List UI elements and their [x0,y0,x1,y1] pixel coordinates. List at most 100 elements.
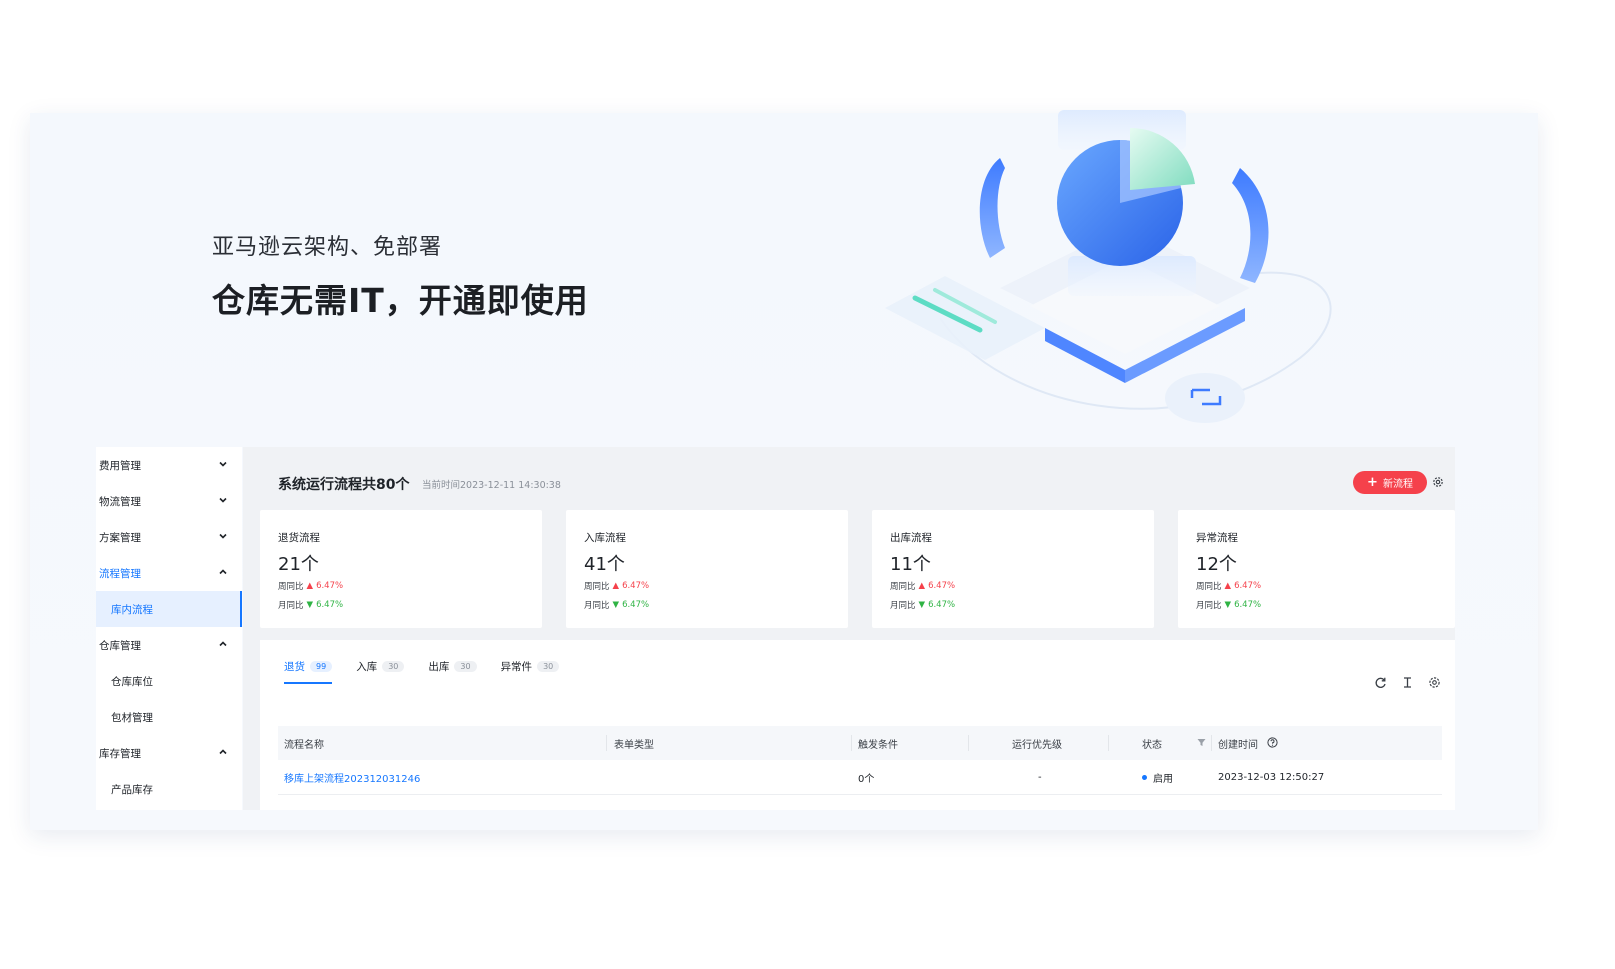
stat-week-value: 6.47% [1234,581,1262,591]
sidebar-item-warehouse[interactable]: 仓库管理 [96,627,242,663]
stat-month-value: 6.47% [928,600,956,610]
status-dot-icon [1142,774,1147,780]
arrow-down-icon: ▼ [612,600,620,610]
tab-label: 退货 [284,660,305,673]
stat-month-label: 月同比 [278,601,304,611]
stat-week: 周同比 ▲ 6.47% [890,580,955,592]
tab-return[interactable]: 退货 99 [284,654,333,684]
sidebar-item-process[interactable]: 流程管理 [96,555,242,591]
arrow-down-icon: ▼ [918,600,926,610]
sidebar-item-label: 物流管理 [99,495,141,508]
sidebar-item-inventory[interactable]: 库存管理 [96,735,242,771]
column-height-icon[interactable] [1401,676,1414,689]
column-divider [851,735,852,751]
sidebar-item-location[interactable]: 仓库库位 [96,663,242,699]
chevron-down-icon [219,533,227,539]
stat-week: 周同比 ▲ 6.47% [584,580,649,592]
stat-label: 异常流程 [1196,532,1238,544]
stat-week: 周同比 ▲ 6.47% [278,580,343,592]
status-text: 启用 [1153,773,1173,785]
stat-value: 12个 [1196,554,1237,575]
stat-label: 退货流程 [278,532,320,544]
arrow-down-icon: ▼ [1224,600,1232,610]
column-header-trigger: 触发条件 [858,739,898,751]
stat-month-value: 6.47% [622,600,650,610]
column-header-name: 流程名称 [284,739,324,751]
column-header-created: 创建时间 [1218,739,1258,751]
tab-exception[interactable]: 异常件 30 [501,654,560,678]
stat-label: 入库流程 [584,532,626,544]
sidebar-item-product-stock[interactable]: 产品库存 [96,771,242,807]
tab-inbound[interactable]: 入库 30 [356,654,405,678]
stat-week-label: 周同比 [278,582,304,592]
arrow-down-icon: ▼ [306,600,314,610]
page-title: 系统运行流程共80个 [278,477,410,493]
column-header-priority: 运行优先级 [1012,739,1062,751]
tab-count-badge: 30 [382,660,405,672]
gear-icon[interactable] [1432,476,1444,488]
arrow-up-icon: ▲ [612,581,620,591]
new-process-button[interactable]: + 新流程 [1353,471,1427,494]
arrow-up-icon: ▲ [306,581,314,591]
tab-label: 异常件 [500,660,533,673]
filter-icon[interactable] [1197,738,1206,747]
column-header-form: 表单类型 [614,739,654,751]
hero-subtitle: 亚马逊云架构、免部署 [212,235,443,260]
table-header: 流程名称 表单类型 触发条件 运行优先级 状态 创建时间 [278,726,1442,760]
hero-title: 仓库无需IT，开通即使用 [212,281,589,320]
stat-week-label: 周同比 [890,582,916,592]
stat-month: 月同比 ▼ 6.47% [1196,599,1261,611]
stat-card-return: 退货流程 21个 周同比 ▲ 6.47% 月同比 ▼ 6.47% [260,510,542,628]
column-divider [606,735,607,751]
tab-label: 出库 [428,660,450,673]
new-process-label: 新流程 [1382,479,1413,490]
chevron-up-icon [219,569,227,575]
sidebar-item-packaging[interactable]: 包材管理 [96,699,242,735]
main-content: 系统运行流程共80个 当前时间2023-12-11 14:30:38 + 新流程… [243,447,1455,810]
stat-month-label: 月同比 [584,601,610,611]
stat-value: 41个 [584,554,625,575]
stat-month: 月同比 ▼ 6.47% [584,599,649,611]
sidebar-item-fee[interactable]: 费用管理 [96,447,242,483]
arrow-up-icon: ▲ [918,581,926,591]
sidebar-item-label: 库存管理 [99,747,141,760]
sidebar-item-plan[interactable]: 方案管理 [96,519,242,555]
priority-cell: - [1038,771,1042,783]
stat-card-exception: 异常流程 12个 周同比 ▲ 6.47% 月同比 ▼ 6.47% [1178,510,1455,628]
tab-outbound[interactable]: 出库 30 [428,654,477,678]
tab-count-badge: 30 [454,660,477,672]
arrow-up-icon: ▲ [1224,581,1232,591]
stat-month-label: 月同比 [890,601,916,611]
stat-week: 周同比 ▲ 6.47% [1196,580,1261,592]
table-toolbar [1374,676,1441,689]
plus-icon: + [1367,474,1378,490]
tab-count-badge: 99 [310,660,333,672]
trigger-cell: 0个 [858,773,875,785]
column-divider [1211,735,1212,751]
refresh-icon[interactable] [1374,676,1387,689]
process-name-link[interactable]: 移库上架流程202312031246 [284,760,420,794]
stat-week-value: 6.47% [928,581,956,591]
chevron-down-icon [219,497,227,503]
stat-month: 月同比 ▼ 6.47% [890,599,955,611]
tab-count-badge: 30 [537,660,560,672]
stat-month-value: 6.47% [316,600,344,610]
sidebar-item-inner-process[interactable]: 库内流程 [96,591,242,627]
stat-label: 出库流程 [890,532,932,544]
help-circle-icon[interactable] [1267,737,1278,748]
process-table-card: 退货 99 入库 30 出库 30 异常件 30 流程名称 表单类型 触发条件 … [260,640,1455,810]
sidebar-item-logistics[interactable]: 物流管理 [96,483,242,519]
gear-icon[interactable] [1428,676,1441,689]
column-divider [1108,735,1109,751]
sidebar-item-label: 库内流程 [111,603,153,616]
chevron-up-icon [219,641,227,647]
stat-value: 11个 [890,554,931,575]
chevron-down-icon [219,461,227,467]
stat-month: 月同比 ▼ 6.47% [278,599,343,611]
stat-month-label: 月同比 [1196,601,1222,611]
column-header-status: 状态 [1142,739,1162,751]
stat-card-inbound: 入库流程 41个 周同比 ▲ 6.47% 月同比 ▼ 6.47% [566,510,848,628]
dashboard-illustration-icon [885,110,1332,423]
sidebar-item-label: 仓库管理 [99,639,141,652]
stat-week-label: 周同比 [584,582,610,592]
